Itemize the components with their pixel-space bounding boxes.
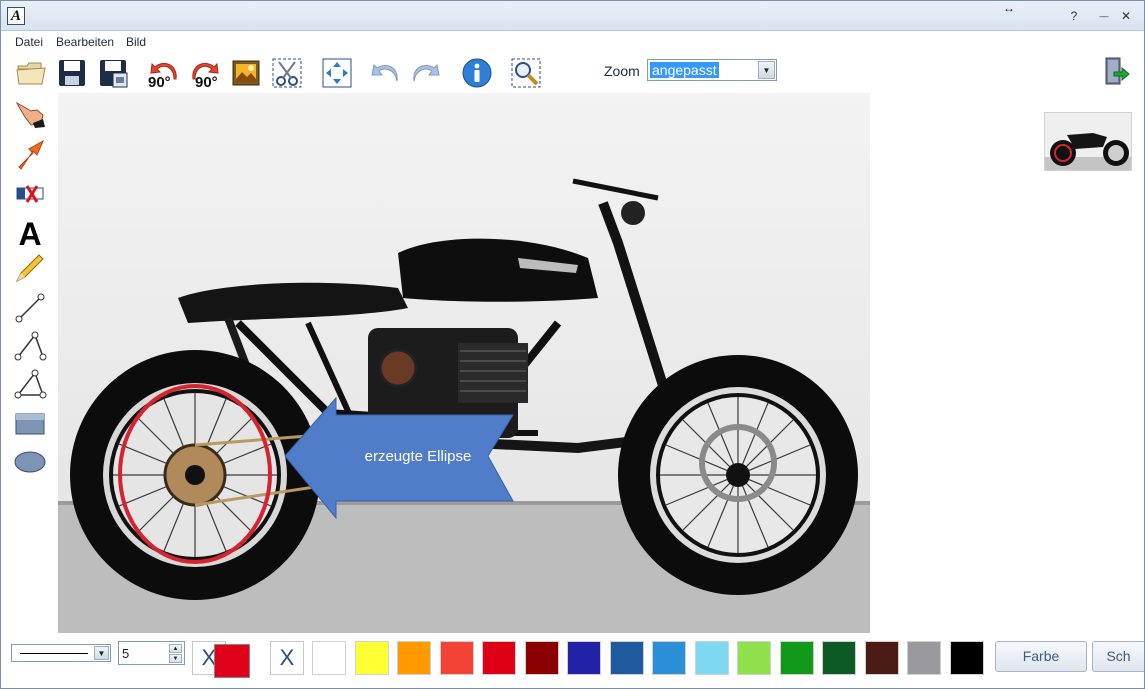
annotation-text[interactable]: erzeugte Ellipse: [353, 448, 483, 465]
color-swatch[interactable]: [567, 641, 601, 675]
minimize-button[interactable]: —: [1095, 7, 1113, 25]
open-folder-icon[interactable]: [15, 57, 47, 89]
color-swatch[interactable]: [950, 641, 984, 675]
farbe-button[interactable]: Farbe: [995, 641, 1087, 672]
menu-bild[interactable]: Bild: [126, 35, 146, 49]
stepper-up-icon[interactable]: ▲: [169, 644, 182, 653]
color-swatch[interactable]: [652, 641, 686, 675]
motorcycle-photo: [58, 93, 870, 633]
line-style-preview: [20, 653, 88, 654]
image-canvas[interactable]: erzeugte Ellipse: [58, 93, 870, 633]
app-logo-icon: A: [7, 7, 25, 25]
line-width-value: 5: [122, 646, 130, 661]
close-button[interactable]: ✕: [1117, 7, 1135, 25]
color-swatch[interactable]: [907, 641, 941, 675]
svg-text:A: A: [18, 216, 41, 249]
line-width-stepper[interactable]: 5 ▲ ▼: [118, 641, 185, 665]
polyline-icon[interactable]: [13, 329, 47, 363]
crop-scissors-icon[interactable]: [271, 57, 303, 89]
color-swatch[interactable]: [440, 641, 474, 675]
pencil-icon[interactable]: [13, 251, 47, 285]
undo-icon[interactable]: [369, 57, 401, 89]
title-bar: A ↔ ? — ✕: [1, 1, 1144, 31]
thumbnail-preview[interactable]: [1044, 112, 1132, 171]
color-swatch[interactable]: [695, 641, 729, 675]
rotate-left-icon[interactable]: 90°: [148, 57, 180, 91]
resize-icon: ↔: [1003, 1, 1015, 15]
color-swatch[interactable]: [482, 641, 516, 675]
line-style-select[interactable]: ▼: [11, 644, 111, 662]
save-as-icon[interactable]: [97, 57, 129, 89]
color-swatch[interactable]: [525, 641, 559, 675]
image-icon[interactable]: [230, 57, 262, 89]
zoom-select[interactable]: angepasst ▼: [647, 59, 777, 81]
sch-button[interactable]: Sch: [1092, 641, 1144, 672]
arrow-icon[interactable]: [13, 137, 47, 171]
color-swatch[interactable]: [822, 641, 856, 675]
text-icon[interactable]: A: [13, 215, 47, 249]
zoom-value: angepasst: [650, 62, 719, 78]
chevron-down-icon[interactable]: ▼: [94, 646, 109, 660]
ellipse-icon[interactable]: [13, 445, 47, 479]
delete-marker-icon[interactable]: [13, 177, 47, 211]
rotate-right-label: 90°: [195, 74, 218, 91]
zoom-region-icon[interactable]: [510, 57, 542, 89]
color-swatch[interactable]: [780, 641, 814, 675]
color-swatch[interactable]: [312, 641, 346, 675]
color-swatch[interactable]: [865, 641, 899, 675]
fit-to-window-icon[interactable]: [321, 57, 353, 89]
help-button[interactable]: ?: [1065, 7, 1083, 25]
line-icon[interactable]: [13, 291, 47, 325]
stepper-down-icon[interactable]: ▼: [169, 654, 182, 663]
color-swatch[interactable]: [397, 641, 431, 675]
color-swatch[interactable]: [737, 641, 771, 675]
polygon-icon[interactable]: [13, 367, 47, 401]
selected-color-swatch[interactable]: [214, 644, 250, 678]
app-window: A ↔ ? — ✕ Datei Bearbeiten Bild 90° 90°: [0, 0, 1145, 689]
color-swatch[interactable]: [610, 641, 644, 675]
exit-icon[interactable]: [1098, 55, 1130, 87]
no-color-button[interactable]: X: [270, 641, 304, 675]
color-swatch[interactable]: [355, 641, 389, 675]
chevron-down-icon[interactable]: ▼: [758, 61, 775, 79]
menu-bearbeiten[interactable]: Bearbeiten: [56, 35, 114, 49]
hand-pointer-icon[interactable]: [13, 95, 47, 129]
redo-icon[interactable]: [410, 57, 442, 89]
rotate-right-icon[interactable]: 90°: [189, 57, 221, 91]
menu-datei[interactable]: Datei: [15, 35, 43, 49]
save-icon[interactable]: [56, 57, 88, 89]
zoom-label: Zoom: [604, 63, 640, 79]
info-icon[interactable]: [461, 57, 493, 89]
rotate-left-label: 90°: [148, 74, 171, 91]
rectangle-icon[interactable]: [13, 407, 47, 441]
